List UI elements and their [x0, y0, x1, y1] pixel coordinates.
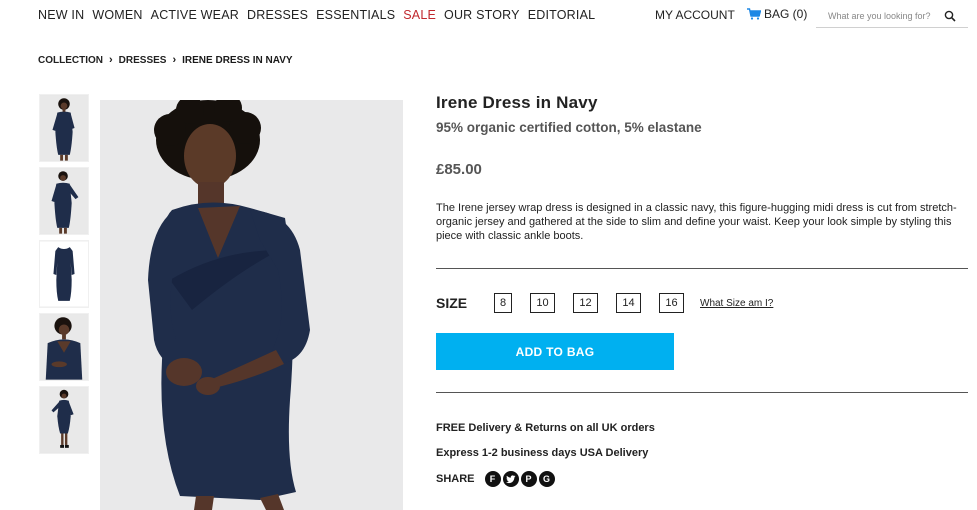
facebook-icon[interactable]: f	[484, 471, 501, 487]
nav-active-wear[interactable]: Active Wear	[151, 8, 239, 22]
search-icon[interactable]	[944, 10, 956, 22]
nav-editorial[interactable]: Editorial	[528, 8, 596, 22]
chevron-right-icon: ›	[172, 54, 177, 66]
main-nav: New In Women Active Wear Dresses Essenti…	[38, 8, 595, 22]
divider	[436, 268, 968, 269]
share-section: Share f p g	[436, 471, 555, 487]
nav-essentials[interactable]: Essentials	[316, 8, 395, 22]
divider	[436, 392, 968, 393]
social-share-icons: f p g	[484, 471, 555, 487]
main-product-image[interactable]	[100, 100, 403, 510]
shopping-cart-icon	[747, 8, 761, 20]
product-thumbnail-1[interactable]	[39, 94, 89, 162]
size-selector: 8 10 12 14 16	[494, 293, 684, 313]
search-input[interactable]	[816, 10, 944, 21]
chevron-right-icon: ›	[109, 54, 113, 66]
nav-dresses[interactable]: Dresses	[247, 8, 308, 22]
product-composition: 95% organic certified cotton, 5% elastan…	[436, 120, 702, 135]
product-price: £85.00	[436, 161, 482, 178]
delivery-uk-info: FREE Delivery & Returns on all UK orders	[436, 422, 655, 434]
twitter-icon[interactable]	[502, 471, 519, 487]
nav-sale[interactable]: Sale	[403, 8, 436, 22]
delivery-usa-info: Express 1-2 business days USA Delivery	[436, 447, 649, 459]
size-option-16[interactable]: 16	[659, 293, 684, 313]
size-guide-link[interactable]: What Size am I?	[700, 298, 773, 309]
nav-our-story[interactable]: Our Story	[444, 8, 520, 22]
breadcrumb-current: Irene Dress in Navy	[182, 54, 293, 66]
bag-label: Bag (0)	[764, 7, 808, 21]
breadcrumb-dresses[interactable]: Dresses	[119, 55, 167, 66]
share-label: Share	[436, 473, 475, 485]
size-option-12[interactable]: 12	[573, 293, 598, 313]
size-option-10[interactable]: 10	[530, 293, 555, 313]
product-thumbnail-5[interactable]	[39, 386, 89, 454]
breadcrumb: Collection › Dresses › Irene Dress in Na…	[38, 54, 293, 66]
product-thumbnail-3[interactable]	[39, 240, 89, 308]
product-title: Irene Dress in Navy	[436, 93, 598, 112]
pinterest-icon[interactable]: p	[520, 471, 537, 487]
size-label: Size	[436, 295, 468, 311]
breadcrumb-collection[interactable]: Collection	[38, 55, 103, 66]
size-option-8[interactable]: 8	[494, 293, 512, 313]
product-description: The Irene jersey wrap dress is designed …	[436, 202, 957, 242]
google-plus-icon[interactable]: g	[538, 471, 555, 487]
thumbnail-gallery	[39, 94, 89, 454]
my-account-link[interactable]: My Account	[655, 8, 735, 22]
nav-women[interactable]: Women	[92, 8, 142, 22]
add-to-bag-button[interactable]: Add to Bag	[436, 333, 674, 370]
size-option-14[interactable]: 14	[616, 293, 641, 313]
nav-new-in[interactable]: New In	[38, 8, 84, 22]
product-thumbnail-2[interactable]	[39, 167, 89, 235]
search-box	[816, 4, 968, 28]
bag-link[interactable]: Bag (0)	[747, 7, 807, 21]
product-thumbnail-4[interactable]	[39, 313, 89, 381]
